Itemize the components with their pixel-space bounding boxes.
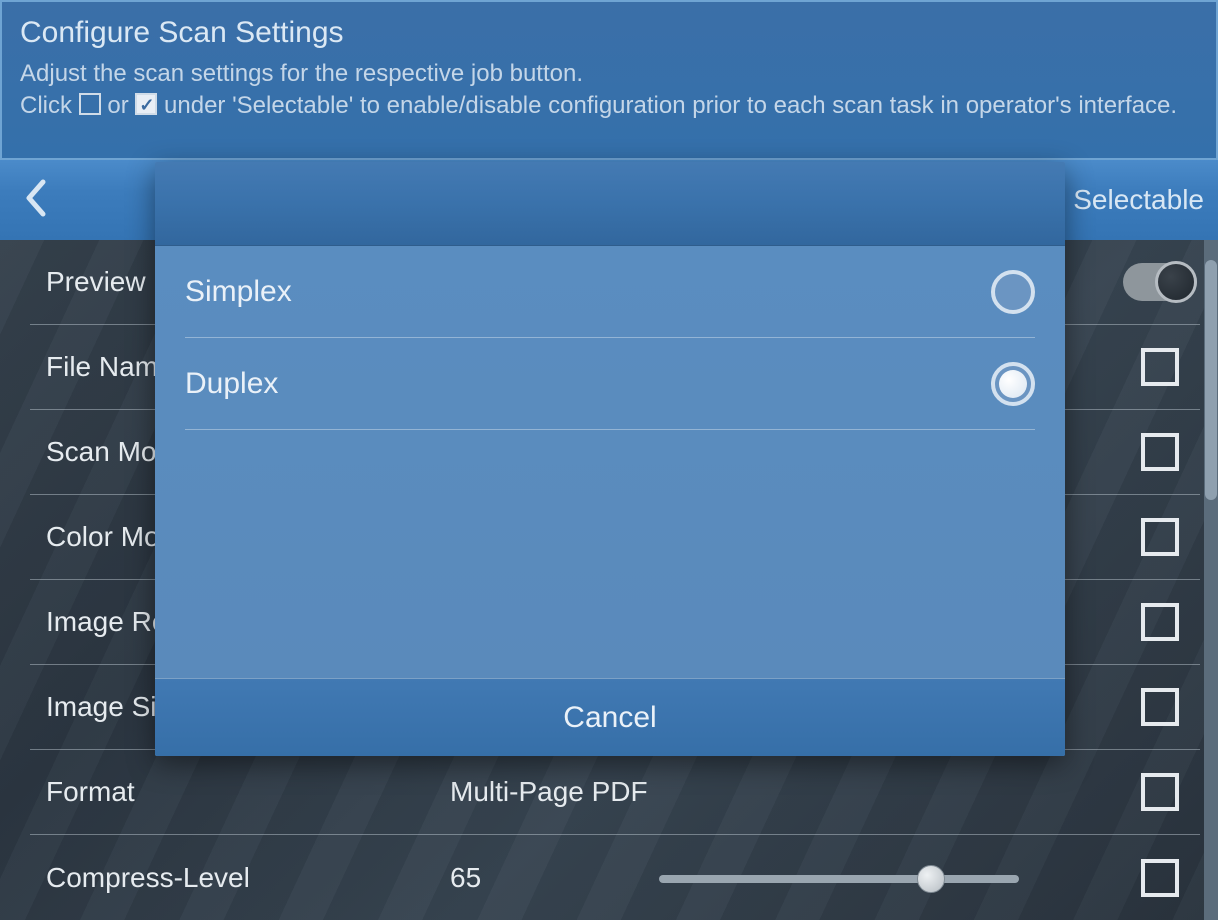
row-value: 65 [450,862,1120,894]
option-duplex[interactable]: Duplex [185,338,1035,430]
selectable-checkbox[interactable] [1141,433,1179,471]
option-label: Duplex [185,367,991,401]
page-title: Configure Scan Settings [20,16,1198,50]
back-button[interactable] [0,178,70,223]
selectable-checkbox[interactable] [1141,688,1179,726]
row-format[interactable]: Format Multi-Page PDF [30,750,1200,835]
selectable-checkbox[interactable] [1141,859,1179,897]
selectable-checkbox[interactable] [1141,348,1179,386]
chevron-left-icon [22,178,48,218]
modal-body: Simplex Duplex [155,246,1065,678]
preview-toggle[interactable] [1123,263,1197,301]
header-line2-pre: Click [20,92,79,119]
radio-unselected-icon[interactable] [991,270,1035,314]
checked-checkbox-icon [135,93,157,115]
row-label: Format [30,776,450,808]
scrollbar[interactable] [1204,240,1218,920]
header-panel: Configure Scan Settings Adjust the scan … [0,0,1218,160]
modal-footer: Cancel [155,678,1065,756]
header-line2-post: under 'Selectable' to enable/disable con… [164,92,1177,119]
header-subtitle-1: Adjust the scan settings for the respect… [20,58,1198,90]
unchecked-checkbox-icon [79,93,101,115]
row-value: Multi-Page PDF [450,776,1120,808]
modal-header [155,162,1065,246]
cancel-button[interactable]: Cancel [563,701,656,735]
compress-slider[interactable] [659,875,1019,883]
option-label: Simplex [185,275,991,309]
option-simplex[interactable]: Simplex [185,246,1035,338]
header-line2-mid: or [107,92,135,119]
selectable-checkbox[interactable] [1141,518,1179,556]
scrollbar-thumb[interactable] [1205,260,1217,500]
toggle-knob-icon [1155,261,1197,303]
selectable-column-header: Selectable [1073,184,1204,216]
selectable-checkbox[interactable] [1141,603,1179,641]
slider-thumb-icon [917,865,945,893]
row-compress-level[interactable]: Compress-Level 65 [30,835,1200,920]
row-label: Compress-Level [30,862,450,894]
selectable-checkbox[interactable] [1141,773,1179,811]
header-subtitle-2: Click or under 'Selectable' to enable/di… [20,90,1198,122]
radio-selected-icon[interactable] [991,362,1035,406]
compress-value: 65 [450,862,481,893]
scan-mode-picker-modal: Simplex Duplex Cancel [155,162,1065,756]
